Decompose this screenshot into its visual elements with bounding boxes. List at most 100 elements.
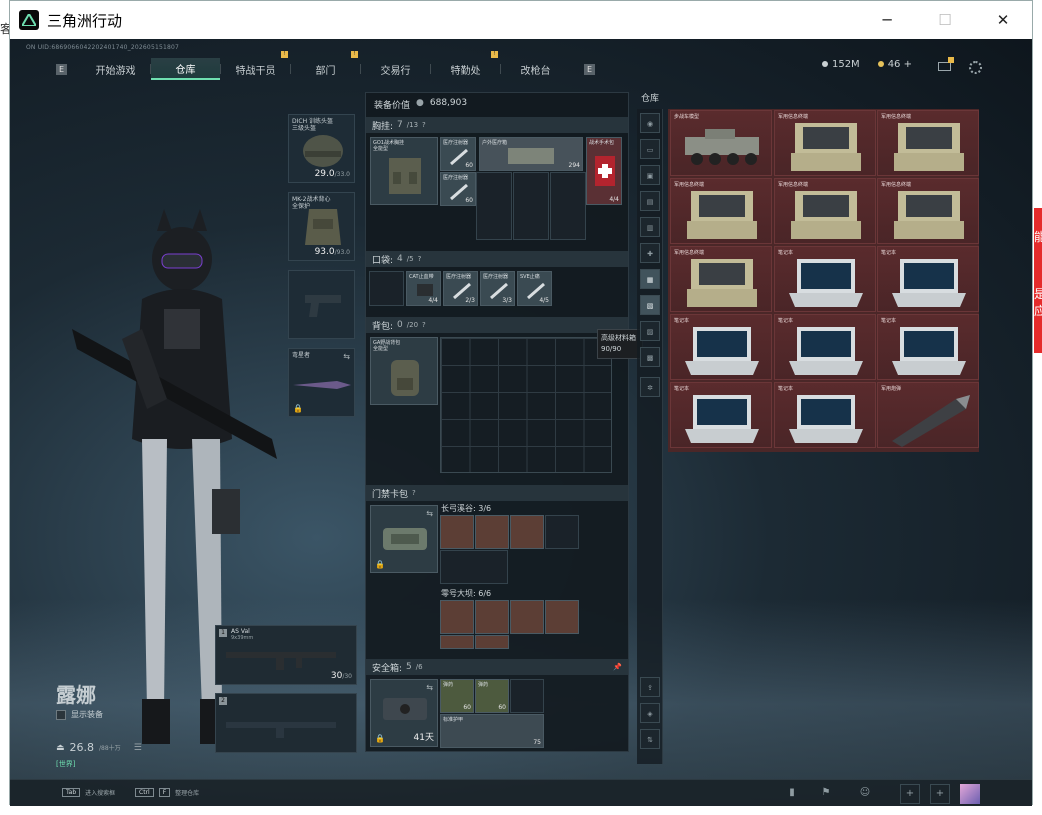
category-ammo-icon[interactable]: ▥: [640, 217, 660, 237]
warehouse-item[interactable]: 笔记本: [877, 314, 979, 380]
friends-icon[interactable]: ☺: [855, 784, 875, 804]
checkbox[interactable]: [56, 709, 66, 720]
chest-rig-item[interactable]: GO1战术胸挂 全能型: [370, 137, 438, 205]
helmet-slot[interactable]: DICH 训练头盔 三级头盔 29.0/33.0: [288, 114, 355, 183]
pocket-item[interactable]: CAT止血带 4/4: [406, 271, 441, 306]
hafu-currency[interactable]: 152M: [821, 59, 860, 70]
help-icon[interactable]: ?: [412, 489, 416, 497]
help-icon[interactable]: ?: [418, 255, 422, 263]
settings-icon[interactable]: ✲: [640, 377, 660, 397]
chest-item[interactable]: 战术手术包 4/4: [586, 137, 622, 205]
key-item[interactable]: [545, 600, 579, 634]
primary-weapon-slot[interactable]: 1 AS Val 9x39mm 30/30: [215, 625, 357, 685]
empty-slot[interactable]: [513, 172, 549, 240]
key-item[interactable]: [475, 635, 509, 649]
secondary-weapon-slot[interactable]: 2: [215, 693, 357, 753]
chat-channel[interactable]: [世界]: [56, 759, 75, 769]
chest-item[interactable]: 医疗注射器 60: [440, 137, 476, 171]
safebox-content-item[interactable]: 弹药 60: [475, 679, 509, 713]
warehouse-item[interactable]: 军用信息终端: [774, 178, 876, 244]
pocket-item[interactable]: SVE止痛 4/5: [517, 271, 552, 306]
tab-start-game[interactable]: 开始游戏: [81, 58, 150, 80]
category-all-icon[interactable]: ◉: [640, 113, 660, 133]
tab-gunsmith[interactable]: 改枪台: [501, 58, 570, 80]
nav-prev-key[interactable]: E: [56, 63, 67, 75]
armor-slot[interactable]: MK-2战术背心 全保护 93.0/93.0: [288, 192, 355, 261]
empty-slot[interactable]: [510, 679, 544, 713]
coin-currency[interactable]: 46 +: [877, 59, 912, 70]
key-item[interactable]: [440, 515, 474, 549]
key-item[interactable]: [475, 600, 509, 634]
chest-item[interactable]: 医疗注射器 60: [440, 172, 476, 206]
tab-warehouse[interactable]: 仓库: [151, 58, 220, 80]
warehouse-item[interactable]: 军用信息终端: [877, 110, 979, 176]
show-equipment-toggle[interactable]: 显示装备: [56, 709, 103, 720]
pin-icon[interactable]: 📌: [613, 663, 622, 671]
warehouse-item[interactable]: 笔记本: [670, 382, 772, 448]
empty-slot[interactable]: [369, 271, 404, 306]
category-medical-icon[interactable]: ✚: [640, 243, 660, 263]
window-titlebar[interactable]: 三角洲行动 ─ ☐ ✕: [10, 1, 1032, 39]
close-button[interactable]: ✕: [974, 1, 1032, 39]
add-coin-button[interactable]: +: [904, 59, 912, 70]
keycard-case-item[interactable]: ⇆ 🔒: [370, 505, 438, 573]
warehouse-item[interactable]: 笔记本: [774, 382, 876, 448]
tab-department[interactable]: ! 部门: [291, 51, 360, 80]
backpack-grid[interactable]: [440, 337, 612, 473]
empty-slot[interactable]: [550, 172, 586, 240]
safebox-content-item[interactable]: 标准护甲 75: [440, 714, 544, 748]
category-keys-icon[interactable]: ▧: [640, 295, 660, 315]
help-icon[interactable]: ?: [422, 121, 426, 129]
swap-icon[interactable]: ⇆: [426, 509, 433, 518]
swap-icon[interactable]: ⇆: [343, 352, 350, 361]
hotkey-sort[interactable]: Ctrl F 整理仓库: [135, 788, 199, 797]
melee-slot[interactable]: 弯星者 ⇆ 🔒: [288, 348, 355, 417]
pistol-slot[interactable]: [288, 270, 355, 339]
warehouse-item[interactable]: 笔记本: [670, 314, 772, 380]
stats-icon[interactable]: ▮: [782, 784, 802, 804]
empty-slot[interactable]: [440, 550, 508, 584]
mail-icon[interactable]: [938, 57, 954, 71]
tab-market[interactable]: 交易行: [361, 58, 430, 80]
backpack-item[interactable]: GA野战背包 全能型: [370, 337, 438, 405]
help-icon[interactable]: ?: [422, 321, 426, 329]
warehouse-item[interactable]: 军用信息终端: [670, 178, 772, 244]
safebox-content-item[interactable]: 弹药 60: [440, 679, 474, 713]
layers-icon[interactable]: ◈: [640, 703, 660, 723]
minimize-button[interactable]: ─: [858, 1, 916, 39]
tab-operators[interactable]: ! 特战干员: [221, 51, 290, 80]
warehouse-item[interactable]: 军用信息终端: [877, 178, 979, 244]
swap-icon[interactable]: ⇆: [426, 683, 433, 692]
flag-icon[interactable]: ⚑: [816, 784, 836, 804]
warehouse-item[interactable]: 军用炮弹: [877, 382, 979, 448]
category-materials-icon[interactable]: ▨: [640, 321, 660, 341]
category-attachments-icon[interactable]: ▤: [640, 191, 660, 211]
key-item[interactable]: [475, 515, 509, 549]
warehouse-item[interactable]: 军用信息终端: [774, 110, 876, 176]
category-misc-icon[interactable]: ▩: [640, 347, 660, 367]
warehouse-item[interactable]: 笔记本: [774, 314, 876, 380]
warehouse-item[interactable]: 步战车模型: [670, 110, 772, 176]
key-item[interactable]: [510, 515, 544, 549]
key-item[interactable]: [440, 600, 474, 634]
category-guns-icon[interactable]: ▭: [640, 139, 660, 159]
tab-special-ops[interactable]: ! 特勤处: [431, 51, 500, 80]
safebox-item[interactable]: ⇆ 🔒 41天: [370, 679, 438, 747]
hotkey-search[interactable]: Tab 进入搜索框: [62, 788, 115, 797]
warehouse-item[interactable]: 笔记本: [877, 246, 979, 312]
chest-item[interactable]: 户外医疗箱 294: [479, 137, 583, 171]
key-item[interactable]: [510, 600, 544, 634]
pocket-item[interactable]: 医疗注射器 2/3: [443, 271, 478, 306]
category-gear-icon[interactable]: ▣: [640, 165, 660, 185]
warehouse-item[interactable]: 军用信息终端: [670, 246, 772, 312]
sort-icon[interactable]: ⇅: [640, 729, 660, 749]
warehouse-item[interactable]: 笔记本: [774, 246, 876, 312]
empty-slot[interactable]: [545, 515, 579, 549]
add-teammate-button[interactable]: +: [930, 784, 950, 804]
pocket-item[interactable]: 医疗注射器 3/3: [480, 271, 515, 306]
empty-slot[interactable]: [476, 172, 512, 240]
list-icon[interactable]: ☰: [134, 743, 142, 753]
nav-next-key[interactable]: E: [584, 63, 595, 75]
key-item[interactable]: [440, 635, 474, 649]
gear-icon[interactable]: [969, 61, 982, 74]
